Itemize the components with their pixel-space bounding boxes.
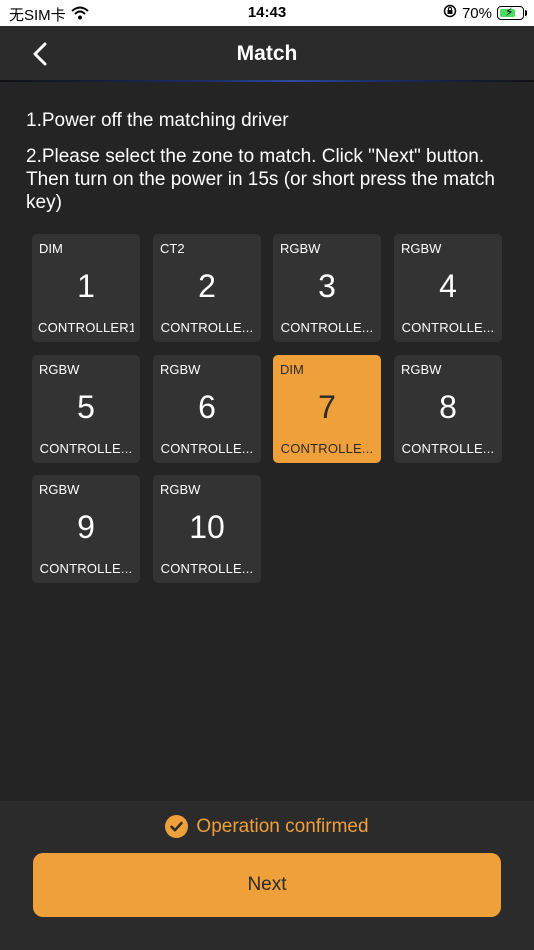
zone-tile-9[interactable]: RGBW 9 CONTROLLE... <box>32 475 140 583</box>
zone-controller-name: CONTROLLE... <box>160 561 254 576</box>
status-right: 70% ⚡ <box>443 4 527 22</box>
zone-tile-2[interactable]: CT2 2 CONTROLLE... <box>153 234 261 342</box>
zone-number: 8 <box>439 389 457 425</box>
battery-percent: 70% <box>461 4 492 22</box>
zone-type-label: RGBW <box>39 362 80 377</box>
zone-number: 3 <box>318 268 336 304</box>
zone-tile-4[interactable]: RGBW 4 CONTROLLE... <box>394 234 502 342</box>
zone-controller-name: CONTROLLE... <box>160 441 254 456</box>
zone-tile-3[interactable]: RGBW 3 CONTROLLE... <box>273 234 381 342</box>
zone-type-label: DIM <box>39 241 63 256</box>
zone-controller-name: CONTROLLE... <box>280 320 374 335</box>
zone-number: 7 <box>318 389 336 425</box>
zone-controller-name: CONTROLLER1 <box>38 320 134 335</box>
zone-controller-name: CONTROLLE... <box>39 561 133 576</box>
zone-number: 5 <box>77 389 95 425</box>
zone-type-label: RGBW <box>39 482 80 497</box>
zone-controller-name: CONTROLLE... <box>160 320 254 335</box>
next-button[interactable]: Next <box>33 853 501 917</box>
zone-tile-10[interactable]: RGBW 10 CONTROLLE... <box>153 475 261 583</box>
zone-tile-1[interactable]: DIM 1 CONTROLLER1 <box>32 234 140 342</box>
zone-tile-5[interactable]: RGBW 5 CONTROLLE... <box>32 355 140 463</box>
zone-tile-7[interactable]: DIM 7 CONTROLLE... <box>273 355 381 463</box>
nav-divider <box>0 80 534 82</box>
zone-type-label: CT2 <box>160 241 185 256</box>
zone-type-label: RGBW <box>160 482 201 497</box>
footer: Operation confirmed Next <box>0 801 534 950</box>
zone-type-label: RGBW <box>280 241 321 256</box>
zone-number: 1 <box>77 268 95 304</box>
zone-controller-name: CONTROLLE... <box>401 320 495 335</box>
zone-type-label: RGBW <box>401 241 442 256</box>
instruction-step-2: 2.Please select the zone to match. Click… <box>26 146 495 213</box>
zone-number: 10 <box>189 509 225 545</box>
zone-controller-name: CONTROLLE... <box>39 441 133 456</box>
zone-controller-name: CONTROLLE... <box>280 441 374 456</box>
nav-bar: Match <box>0 26 534 82</box>
zone-number: 2 <box>198 268 216 304</box>
zone-number: 9 <box>77 509 95 545</box>
orientation-lock-icon <box>443 4 457 22</box>
instruction-step-1: 1.Power off the matching driver <box>26 110 289 131</box>
zone-type-label: RGBW <box>160 362 201 377</box>
battery-icon: ⚡ <box>497 5 527 20</box>
confirmation-row: Operation confirmed <box>0 815 534 838</box>
zone-controller-name: CONTROLLE... <box>401 441 495 456</box>
status-bar: 无SIM卡 14:43 70% ⚡ <box>0 0 534 26</box>
zone-number: 4 <box>439 268 457 304</box>
zone-type-label: RGBW <box>401 362 442 377</box>
check-circle-icon <box>165 815 189 838</box>
zone-type-label: DIM <box>280 362 304 377</box>
confirmation-text: Operation confirmed <box>196 815 369 837</box>
zone-tile-6[interactable]: RGBW 6 CONTROLLE... <box>153 355 261 463</box>
charging-icon: ⚡ <box>505 5 514 19</box>
zone-number: 6 <box>198 389 216 425</box>
page-title: Match <box>236 42 298 65</box>
zone-tile-8[interactable]: RGBW 8 CONTROLLE... <box>394 355 502 463</box>
